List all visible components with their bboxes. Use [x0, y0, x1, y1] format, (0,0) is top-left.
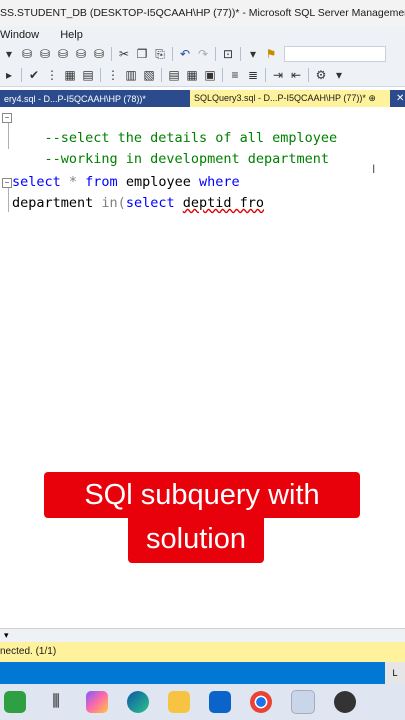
outline-guide [8, 188, 9, 212]
parse-check-icon[interactable]: ✔ [27, 68, 41, 82]
client-stats-icon[interactable]: ▧ [142, 68, 156, 82]
execute-icon[interactable]: ▸ [2, 68, 16, 82]
column-name: department [12, 195, 102, 211]
menu-bar: Window Help [0, 26, 405, 44]
db-query3-icon[interactable]: ⛁ [56, 47, 70, 61]
caption-line-2: solution [128, 518, 264, 563]
window-icon[interactable]: ⊡ [221, 47, 235, 61]
menu-item-help[interactable]: Help [60, 29, 83, 41]
redo-icon[interactable]: ↷ [196, 47, 210, 61]
toolbar-separator [240, 47, 241, 61]
toolbar-separator [100, 68, 101, 82]
keyword-select-sub: select [125, 195, 175, 211]
menu-item-window[interactable]: Window [0, 29, 39, 41]
table-name: employee [117, 174, 199, 190]
db-query2-icon[interactable]: ⛁ [38, 47, 52, 61]
text-results-icon[interactable]: ▤ [167, 68, 181, 82]
toolbar-separator [161, 68, 162, 82]
toolbar-separator [265, 68, 266, 82]
status-corner: L [385, 662, 405, 684]
tab-query3[interactable]: SQLQuery3.sql - D...P-I5QCAAH\HP (77))* … [190, 90, 390, 107]
outdent-icon[interactable]: ⇤ [289, 68, 303, 82]
plan-icon[interactable]: ⋮ [45, 68, 59, 82]
uncomment-icon[interactable]: ≣ [246, 68, 260, 82]
collapse-icon[interactable]: − [2, 113, 12, 123]
ssms-icon[interactable] [291, 690, 315, 714]
keyword-select: select [12, 174, 61, 190]
dropdown-icon[interactable]: ▾ [246, 47, 260, 61]
pin-icon[interactable]: ⊕ [368, 93, 376, 103]
cut-icon[interactable]: ✂ [117, 47, 131, 61]
paste-icon[interactable]: ⎘ [153, 47, 167, 61]
toolbar-separator [222, 68, 223, 82]
keyword-where: where [198, 174, 240, 190]
keyword-from: from [85, 174, 118, 190]
connection-status: nected. (1/1) [0, 646, 57, 657]
partial-keyword: fro [231, 195, 265, 211]
comment-text-2: --working in development department [44, 151, 329, 167]
db-query5-icon[interactable]: ⛁ [92, 47, 106, 61]
keyword-in: in [101, 195, 118, 211]
toolbar-separator [215, 47, 216, 61]
space-char [175, 195, 183, 211]
tab-query4-label: ery4.sql - D...P-I5QCAAH\HP (78))* [4, 94, 146, 104]
db-query4-icon[interactable]: ⛁ [74, 47, 88, 61]
toolbar-separator [111, 47, 112, 61]
copy-icon[interactable]: ❐ [135, 47, 149, 61]
specify-values-icon[interactable]: ⚙ [314, 68, 328, 82]
tab-query4[interactable]: ery4.sql - D...P-I5QCAAH\HP (78))* [0, 92, 150, 107]
toolbar-separator [172, 47, 173, 61]
zoom-dropdown-icon[interactable]: ▾ [4, 630, 9, 641]
open-paren: ( [117, 195, 126, 211]
results-file-icon[interactable]: ▤ [81, 68, 95, 82]
window-title-bar: SS.STUDENT_DB (DESKTOP-I5QCAAH\HP (77))*… [0, 0, 405, 26]
chrome-icon[interactable] [250, 691, 272, 713]
star-operator: * [60, 174, 86, 190]
file-explorer-icon[interactable] [168, 691, 190, 713]
outline-guide [8, 123, 9, 149]
os-taskbar: ⫼ [0, 684, 405, 720]
live-stats-icon[interactable]: ▥ [124, 68, 138, 82]
collapse-icon[interactable]: − [2, 178, 12, 188]
file-results-icon[interactable]: ▣ [203, 68, 217, 82]
identifier-deptid: deptid [182, 195, 232, 211]
copilot-icon[interactable] [86, 691, 108, 713]
comment-icon[interactable]: ≡ [228, 68, 242, 82]
sql-editor-toolbar: ▸ ✔ ⋮ ▦ ▤ ⋮ ▥ ▧ ▤ ▦ ▣ ≡ ≣ ⇥ ⇤ ⚙ ▾ [0, 64, 405, 87]
status-bar: nected. (1/1) [0, 642, 405, 662]
caption-line-1: SQl subquery with [44, 472, 360, 518]
close-icon[interactable]: ✕ [396, 90, 404, 107]
undo-icon[interactable]: ↶ [178, 47, 192, 61]
toolbar-separator [308, 68, 309, 82]
recorder-icon[interactable] [334, 691, 356, 713]
grid-results-icon[interactable]: ▦ [185, 68, 199, 82]
standard-toolbar: ▾ ⛁ ⛁ ⛁ ⛁ ⛁ ✂ ❐ ⎘ ↶ ↷ ⊡ ▾ ⚑ [0, 44, 405, 64]
horizontal-scrollbar[interactable]: ▾ [0, 628, 405, 643]
toolbar-overflow-icon[interactable]: ▾ [332, 68, 346, 82]
arrow-icon[interactable]: ▾ [2, 47, 16, 61]
window-title: SS.STUDENT_DB (DESKTOP-I5QCAAH\HP (77))*… [0, 7, 405, 19]
app-status-strip: L [0, 662, 405, 684]
code-line-4: department in(select deptid fro [12, 193, 264, 213]
widgets-icon[interactable] [4, 691, 26, 713]
tab-query3-label: SQLQuery3.sql - D...P-I5QCAAH\HP (77))* [194, 93, 366, 103]
document-tab-strip: ery4.sql - D...P-I5QCAAH\HP (78))* SQLQu… [0, 90, 405, 107]
db-query-icon[interactable]: ⛁ [20, 47, 34, 61]
toolbar-separator [21, 68, 22, 82]
indent-icon[interactable]: ⇥ [271, 68, 285, 82]
results-grid-icon[interactable]: ▦ [63, 68, 77, 82]
code-line-3: select * from employee where [12, 172, 240, 192]
find-icon[interactable]: ⚑ [264, 47, 278, 61]
outlook-icon[interactable] [209, 691, 231, 713]
search-input[interactable] [284, 46, 386, 62]
edge-icon[interactable] [127, 691, 149, 713]
task-view-icon[interactable]: ⫼ [45, 691, 67, 713]
text-cursor-icon: I [372, 162, 376, 176]
include-plan-icon[interactable]: ⋮ [106, 68, 120, 82]
